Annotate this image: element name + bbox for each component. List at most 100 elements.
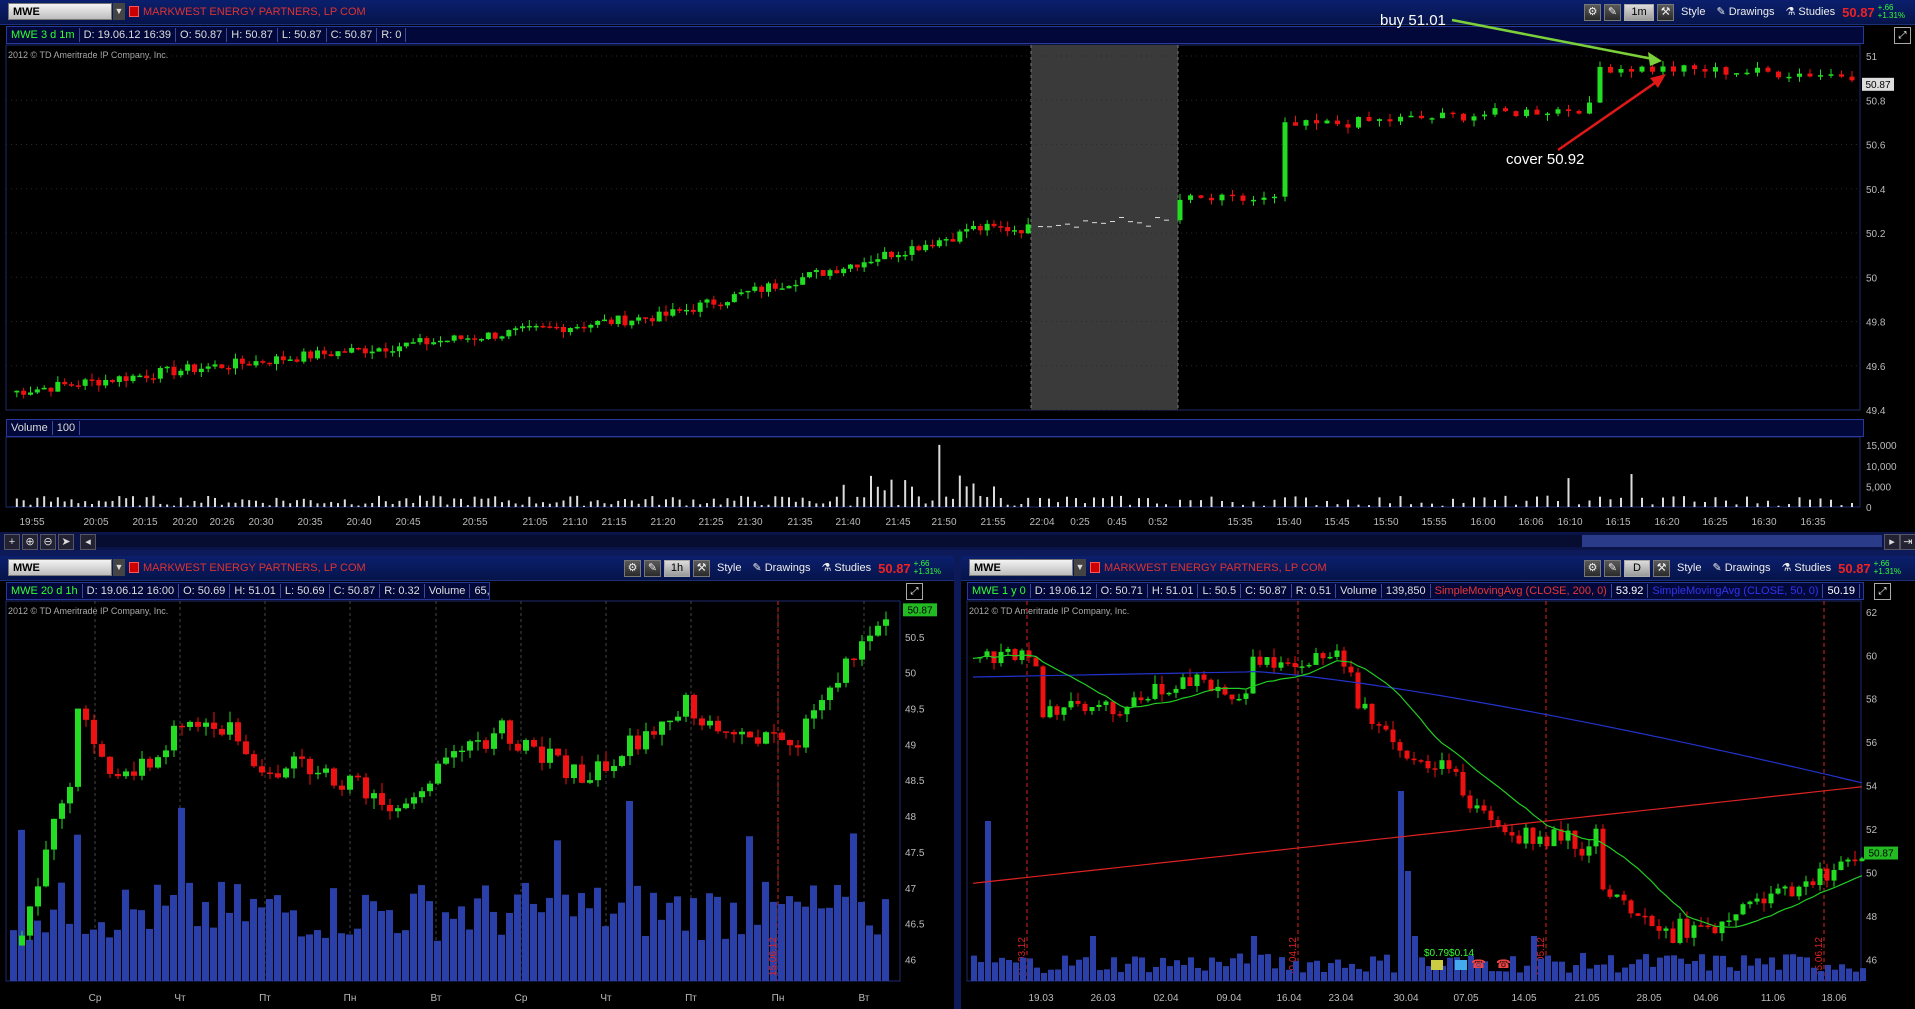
br-x-label: 21.05 <box>1574 993 1599 1004</box>
candle <box>438 340 443 343</box>
scroll-left-icon[interactable]: ◂ <box>80 534 96 550</box>
annotation-buy: buy 51.01 <box>1380 12 1446 29</box>
br-volume-bar <box>1335 959 1341 981</box>
volume-bar <box>350 504 353 507</box>
candle <box>89 379 95 381</box>
volume-bar <box>97 500 100 507</box>
intraday-price-chart[interactable]: 51 50.8 50.6 50.4 50.2 50 49.8 49.6 49.4 50.87 15,… <box>0 0 1915 532</box>
sma50-line <box>972 654 1863 928</box>
volume-bar <box>911 486 913 507</box>
bl-volume-bar <box>722 938 729 981</box>
volume-bar <box>1120 495 1122 507</box>
bl-x-label: Пт <box>259 993 271 1004</box>
candle <box>595 320 601 325</box>
br-candle <box>1677 918 1683 943</box>
br-candle <box>1243 693 1249 699</box>
bl-candle <box>819 700 825 711</box>
volume-bar <box>1599 496 1601 507</box>
volume-bar <box>610 504 613 507</box>
volume-bar <box>316 503 319 507</box>
volume-bar <box>70 499 73 507</box>
candle <box>62 381 68 385</box>
candle <box>383 348 389 352</box>
phone-icon-2[interactable]: ☎ <box>1496 957 1511 971</box>
br-volume-bar <box>1090 936 1096 981</box>
candle <box>1377 119 1382 121</box>
top-x-label: 21:35 <box>787 517 812 528</box>
volume-bar <box>1441 505 1444 507</box>
bl-candle <box>475 740 481 742</box>
bl-volume-bar <box>810 885 817 981</box>
br-candle <box>1061 707 1067 715</box>
volume-bar <box>1546 495 1549 507</box>
br-candle <box>1439 760 1445 769</box>
candle <box>1177 199 1183 221</box>
volume-bar <box>1084 503 1086 507</box>
event-icon-1[interactable] <box>1455 960 1467 970</box>
br-volume-bar <box>1699 954 1705 981</box>
br-candle <box>1362 703 1368 709</box>
br-y-label: 62 <box>1866 608 1878 619</box>
zoom-out-icon[interactable]: + <box>4 534 20 550</box>
volume-bar <box>883 490 886 507</box>
volume-bar <box>1704 501 1706 507</box>
earnings-icon[interactable] <box>1431 960 1443 970</box>
bl-candle <box>275 773 281 778</box>
bl-volume-bar <box>746 836 753 981</box>
bl-candle <box>611 765 617 772</box>
volume-y-label: 0 <box>1866 503 1872 514</box>
expand-right-icon[interactable]: ⇥ <box>1900 534 1915 550</box>
top-x-label: 15:45 <box>1324 517 1349 528</box>
bl-y-label: 47.5 <box>905 848 925 859</box>
volume-bar <box>576 495 579 507</box>
top-y-label: 49.8 <box>1866 318 1886 329</box>
bl-volume-bar <box>490 911 497 981</box>
cursor-icon[interactable]: ➤ <box>58 534 74 550</box>
volume-bar <box>999 497 1002 507</box>
hourly-price-chart[interactable]: 50.5 50 49.5 49 48.5 48 47.5 47 46.5 46 50.87 15.06… <box>0 556 954 1009</box>
br-candle <box>1411 758 1417 761</box>
candle <box>615 315 621 324</box>
bl-volume-bar <box>426 901 433 981</box>
br-volume-bar <box>1125 963 1131 981</box>
candle <box>356 347 361 350</box>
candle <box>1734 73 1739 75</box>
zoom-in-icon[interactable]: ⊕ <box>22 534 38 550</box>
daily-price-chart[interactable]: 16.03.12 20.04.12 18.05.12 15.06.1262605856… <box>961 556 1915 1009</box>
top-x-label: 21:10 <box>562 517 587 528</box>
volume-bar <box>1111 496 1113 507</box>
horizontal-scrollbar-thumb[interactable] <box>1582 535 1882 547</box>
phone-icon[interactable]: ☎ <box>1471 957 1486 971</box>
top-x-label: 0:52 <box>1148 517 1168 528</box>
bl-volume-bar <box>842 896 849 981</box>
candle <box>1839 74 1844 77</box>
br-volume-bar <box>985 821 991 981</box>
volume-bar <box>589 501 592 507</box>
br-volume-bar <box>1202 970 1208 981</box>
candle <box>1272 196 1277 199</box>
br-candle <box>1320 653 1326 659</box>
bl-candle <box>827 687 833 701</box>
bl-volume-bar <box>378 911 385 981</box>
candle <box>608 319 614 324</box>
top-x-label: 20:05 <box>83 517 108 528</box>
candle <box>875 259 881 262</box>
scroll-right-icon[interactable]: ▸ <box>1884 534 1900 550</box>
bl-candle <box>603 761 609 772</box>
candle <box>779 288 785 290</box>
volume-bar <box>364 503 367 507</box>
bl-last-price: 50.87 <box>907 605 932 616</box>
br-candle <box>1418 760 1424 762</box>
candle <box>287 359 293 361</box>
candle <box>116 376 122 382</box>
volume-bar <box>29 504 32 507</box>
bl-candle <box>731 731 737 735</box>
br-candle <box>1110 701 1116 715</box>
br-candle <box>1579 848 1585 856</box>
br-volume-bar <box>1132 956 1138 981</box>
bl-candle <box>35 886 41 907</box>
vertical-pane-separator[interactable] <box>954 556 961 1009</box>
br-candle <box>1544 836 1550 847</box>
volume-bar <box>241 499 244 507</box>
zoom-fit-icon[interactable]: ⊖ <box>40 534 56 550</box>
